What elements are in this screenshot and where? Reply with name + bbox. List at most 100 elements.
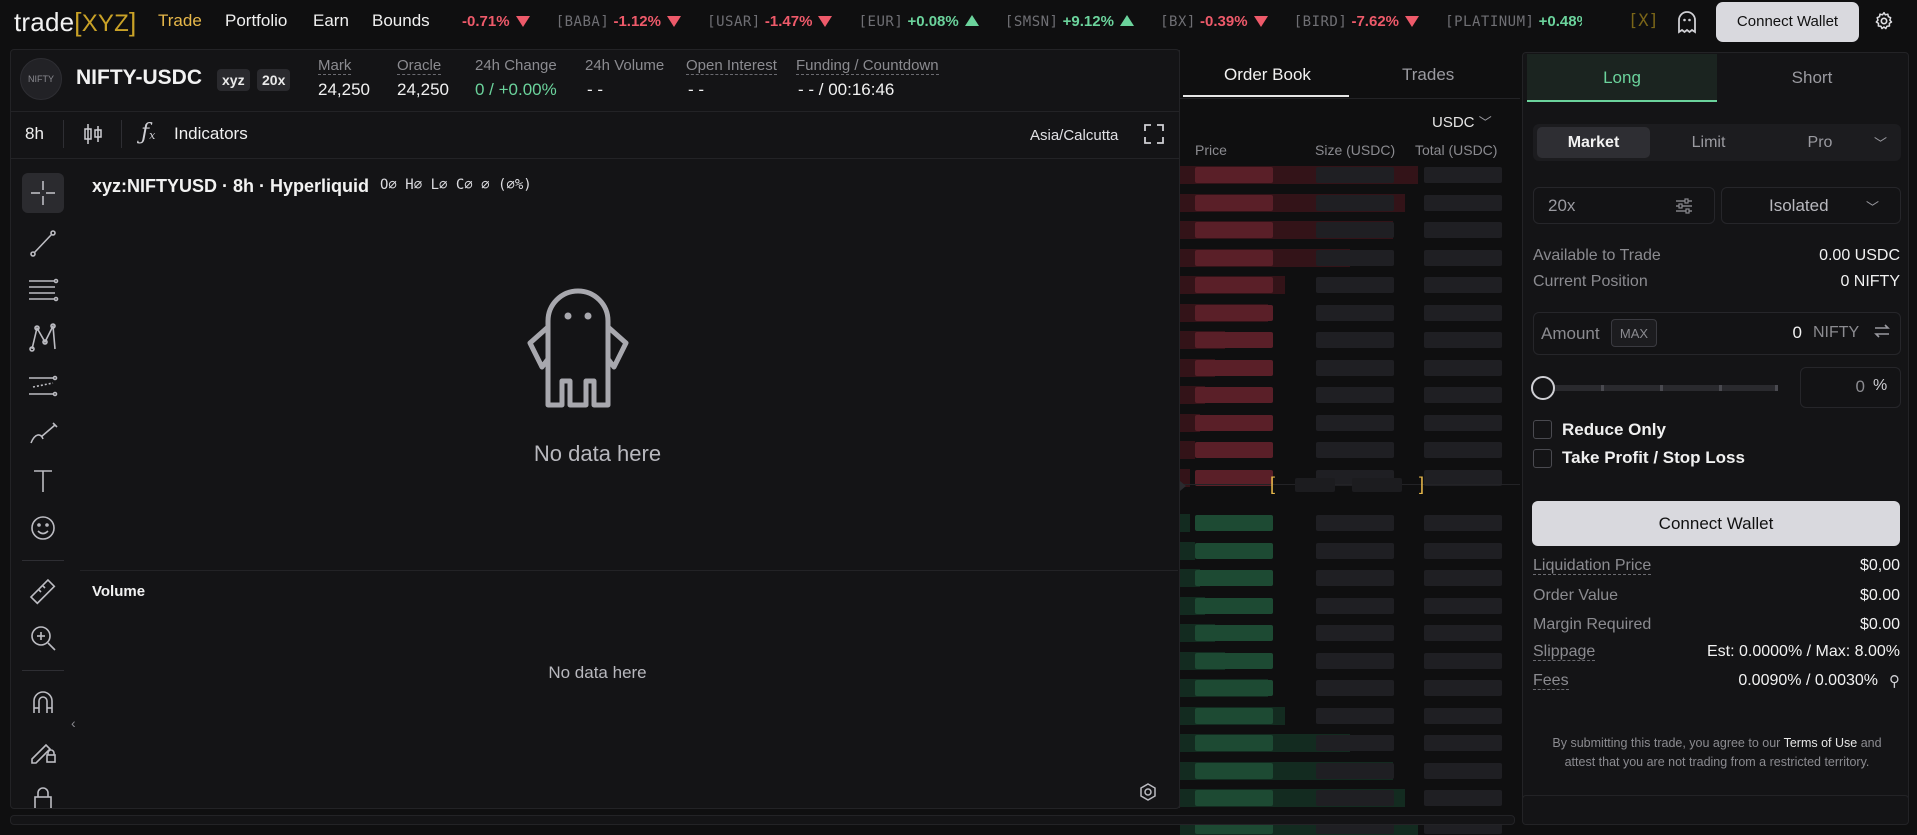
bid-size-cell[interactable] [1316, 762, 1394, 779]
bid-total-cell[interactable] [1424, 680, 1502, 696]
bid-total-cell[interactable] [1424, 542, 1502, 559]
market-title[interactable]: NIFTY-USDC [76, 66, 202, 90]
lock-drawing-tool-icon[interactable] [22, 730, 64, 770]
ticker-item[interactable]: [BX] -0.39% [1160, 13, 1268, 30]
tab-long[interactable]: Long [1527, 54, 1717, 102]
crosshair-tool-icon[interactable] [22, 173, 64, 213]
bid-size-cell[interactable] [1316, 707, 1394, 724]
bid-size-cell[interactable] [1316, 542, 1394, 559]
amount-slider-knob[interactable] [1531, 376, 1555, 400]
projection-tool-icon[interactable] [22, 366, 64, 406]
ask-price-cell[interactable] [1195, 167, 1273, 183]
ticker-item[interactable]: [EUR] +0.08% [859, 13, 979, 30]
connect-wallet-button[interactable]: Connect Wallet [1716, 2, 1859, 42]
ticker-item[interactable]: [PLATINUM] +0.48% [1445, 13, 1582, 30]
bid-size-cell[interactable] [1316, 625, 1394, 641]
currency-selector[interactable]: USDC ﹀ [1432, 112, 1492, 131]
ask-price-cell[interactable] [1195, 249, 1273, 266]
bid-price-cell[interactable] [1195, 652, 1273, 669]
bid-size-cell[interactable] [1316, 735, 1394, 751]
fib-tool-icon[interactable] [22, 270, 64, 310]
reduce-only-checkbox[interactable] [1533, 420, 1552, 439]
ask-price-cell[interactable] [1195, 414, 1273, 431]
ticker-item[interactable]: [BIRD] -7.62% [1294, 13, 1419, 30]
ticker-item[interactable]: [SMSN] +9.12% [1005, 13, 1134, 30]
price-ticker[interactable]: -0.71% [BABA] -1.12% [USAR] -1.47% [EUR]… [462, 13, 1582, 33]
terms-link[interactable]: Terms of Use [1784, 736, 1858, 750]
ask-size-cell[interactable] [1316, 304, 1394, 321]
bid-total-cell[interactable] [1424, 790, 1502, 806]
ask-price-cell[interactable] [1195, 359, 1273, 376]
fullscreen-icon[interactable] [1143, 123, 1165, 150]
ask-total-cell[interactable] [1424, 194, 1502, 211]
bid-total-cell[interactable] [1424, 735, 1502, 751]
bid-price-cell[interactable] [1195, 790, 1273, 806]
nav-earn[interactable]: Earn [313, 11, 349, 31]
amount-input[interactable] [1700, 320, 1802, 346]
type-market[interactable]: Market [1537, 127, 1650, 158]
bid-size-cell[interactable] [1316, 515, 1394, 531]
lock-icon[interactable] [30, 784, 56, 808]
ask-size-cell[interactable] [1316, 359, 1394, 376]
bid-size-cell[interactable] [1316, 570, 1394, 586]
bid-total-cell[interactable] [1424, 597, 1502, 614]
ruler-tool-icon[interactable] [22, 572, 64, 612]
timezone-label[interactable]: Asia/Calcutta [1030, 127, 1118, 144]
bid-total-cell[interactable] [1424, 515, 1502, 531]
bid-total-cell[interactable] [1424, 707, 1502, 724]
ask-size-cell[interactable] [1316, 332, 1394, 348]
indicators-button[interactable]: Indicators [174, 124, 248, 144]
ask-size-cell[interactable] [1316, 442, 1394, 458]
bid-size-cell[interactable] [1316, 790, 1394, 806]
ask-price-cell[interactable] [1195, 442, 1273, 458]
ask-price-cell[interactable] [1195, 387, 1273, 403]
ask-size-cell[interactable] [1316, 249, 1394, 266]
ask-size-cell[interactable] [1316, 222, 1394, 238]
bid-price-cell[interactable] [1195, 597, 1273, 614]
chevron-down-icon[interactable]: ﹀ [1874, 133, 1887, 152]
ask-total-cell[interactable] [1424, 167, 1502, 183]
tpsl-checkbox[interactable] [1533, 449, 1552, 468]
ask-total-cell[interactable] [1424, 277, 1502, 293]
bid-price-cell[interactable] [1195, 707, 1273, 724]
ghost-icon[interactable] [1676, 10, 1698, 39]
reduce-only-label[interactable]: Reduce Only [1562, 420, 1666, 440]
chart-settings-icon[interactable] [1138, 782, 1158, 807]
ask-total-cell[interactable] [1424, 414, 1502, 431]
max-button[interactable]: MAX [1611, 319, 1657, 347]
nav-bounds[interactable]: Bounds [372, 11, 430, 31]
bid-price-cell[interactable] [1195, 515, 1273, 531]
ticker-item[interactable]: [USAR] -1.47% [707, 13, 833, 30]
trendline-tool-icon[interactable] [22, 223, 64, 263]
interval-selector[interactable]: 8h [25, 124, 44, 144]
tab-short[interactable]: Short [1717, 54, 1907, 102]
nav-trade[interactable]: Trade [158, 11, 202, 31]
ask-price-cell[interactable] [1195, 277, 1273, 293]
bid-price-cell[interactable] [1195, 570, 1273, 586]
ask-total-cell[interactable] [1424, 304, 1502, 321]
bid-price-cell[interactable] [1195, 542, 1273, 559]
magnet-tool-icon[interactable] [22, 682, 64, 722]
ask-size-cell[interactable] [1316, 167, 1394, 183]
bid-total-cell[interactable] [1424, 762, 1502, 779]
ask-total-cell[interactable] [1424, 222, 1502, 238]
collapse-toolbar-icon[interactable]: ‹ [71, 715, 76, 731]
bid-size-cell[interactable] [1316, 680, 1394, 696]
bid-size-cell[interactable] [1316, 652, 1394, 669]
ask-size-cell[interactable] [1316, 387, 1394, 403]
bid-total-cell[interactable] [1424, 625, 1502, 641]
candle-type-icon[interactable] [82, 122, 104, 151]
function-icon[interactable]: ƒx [141, 120, 155, 145]
ask-price-cell[interactable] [1195, 194, 1273, 211]
ask-price-cell[interactable] [1195, 332, 1273, 348]
ask-price-cell[interactable] [1195, 222, 1273, 238]
pattern-tool-icon[interactable] [22, 318, 64, 358]
bid-price-cell[interactable] [1195, 625, 1273, 641]
ticker-item[interactable]: -0.71% [462, 13, 530, 30]
place-order-connect-button[interactable]: Connect Wallet [1532, 501, 1900, 546]
ask-total-cell[interactable] [1424, 332, 1502, 348]
nav-portfolio[interactable]: Portfolio [225, 11, 287, 31]
logo[interactable]: trade[XYZ] [14, 7, 136, 38]
bid-price-cell[interactable] [1195, 762, 1273, 779]
emoji-tool-icon[interactable] [22, 508, 64, 548]
